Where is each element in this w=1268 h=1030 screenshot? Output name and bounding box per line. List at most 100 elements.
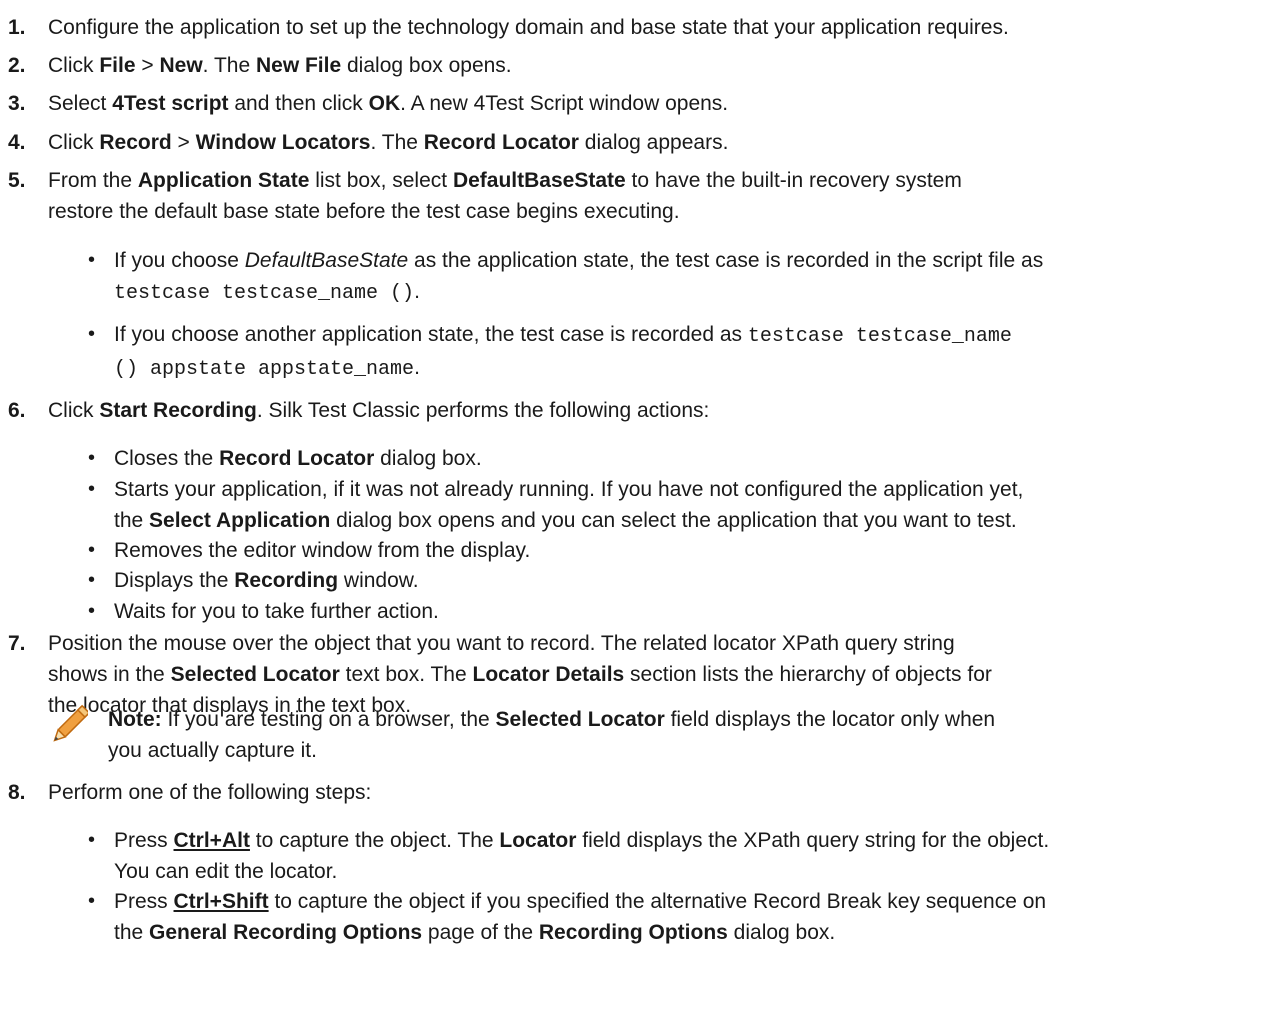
text-run: shows in the — [48, 663, 171, 686]
bullet-item: • If you choose another application stat… — [88, 319, 1264, 385]
bullet-item: • Removes the editor window from the dis… — [88, 535, 1264, 566]
step-3: 3. Select 4Test script and then click OK… — [8, 88, 1264, 119]
bold-term: Record Locator — [423, 131, 579, 154]
step-text: Click Record > Window Locators. The Reco… — [48, 127, 1264, 158]
text-run: page of the — [422, 921, 539, 944]
bullet-mark: • — [88, 569, 96, 591]
bold-term: New — [159, 54, 203, 77]
text-run: You can edit the locator. — [114, 860, 338, 883]
text-run: Press — [114, 890, 174, 913]
step-number: 7. — [8, 632, 26, 655]
bold-term: Record Locator — [219, 447, 375, 470]
bold-term: New File — [255, 54, 342, 77]
text-run: field displays the locator only when — [664, 708, 996, 731]
step-number: 1. — [8, 16, 26, 39]
text-run: > — [171, 131, 196, 154]
bullet-text: Closes the Record Locator dialog box. — [114, 443, 1264, 474]
code-text: testcase testcase_name — [747, 325, 1012, 348]
bold-term: 4Test script — [112, 92, 229, 115]
bullet-mark: • — [88, 539, 96, 561]
text-run: to have the built-in recovery system — [625, 169, 962, 192]
text-run: . Silk Test Classic performs the followi… — [256, 399, 710, 422]
text-run: and then click — [228, 92, 369, 115]
text-run: the — [114, 509, 150, 532]
step-4: 4. Click Record > Window Locators. The R… — [8, 127, 1264, 158]
bold-term: Select Application — [149, 509, 331, 532]
text-run: . The — [370, 131, 424, 154]
code-text: () appstate appstate_name — [114, 358, 415, 381]
text-run: dialog box. — [727, 921, 836, 944]
bullet-item: • Press Ctrl+Alt to capture the object. … — [88, 825, 1264, 887]
text-run: Starts your application, if it was not a… — [114, 478, 1024, 501]
step-number: 4. — [8, 131, 26, 154]
text-run: Closes the — [114, 447, 220, 470]
pencil-icon — [53, 704, 88, 742]
bullet-text: If you choose another application state,… — [114, 319, 1264, 385]
text-run: the — [114, 921, 150, 944]
text-run: list box, select — [309, 169, 453, 192]
text-run: Select — [48, 92, 113, 115]
step-text: Perform one of the following steps: — [48, 777, 1264, 808]
text-run: you actually capture it. — [108, 739, 317, 762]
bullet-text: Press Ctrl+Shift to capture the object i… — [114, 886, 1264, 948]
bullet-mark: • — [88, 249, 96, 271]
step-number: 5. — [8, 169, 26, 192]
document-page: 1. Configure the application to set up t… — [0, 0, 1268, 1030]
bullet-text: Waits for you to take further action. — [114, 596, 1264, 627]
bullet-text: Removes the editor window from the displ… — [114, 535, 1264, 566]
bullet-item: • Starts your application, if it was not… — [88, 474, 1264, 536]
text-run: . A new 4Test Script window opens. — [400, 92, 729, 115]
code-text: testcase testcase_name () — [114, 282, 415, 305]
bullet-mark: • — [88, 478, 96, 500]
text-run: . — [414, 356, 420, 379]
step-number: 3. — [8, 92, 26, 115]
bold-term: Locator Details — [472, 663, 625, 686]
bullet-mark: • — [88, 600, 96, 622]
text-run: . — [414, 280, 420, 303]
bullet-mark: • — [88, 323, 96, 345]
step-5: 5. From the Application State list box, … — [8, 165, 1264, 227]
text-run: > — [135, 54, 160, 77]
bullet-item: • Press Ctrl+Shift to capture the object… — [88, 886, 1264, 948]
step-8: 8. Perform one of the following steps: — [8, 777, 1264, 808]
bold-term: Selected Locator — [495, 708, 665, 731]
bullet-text: Displays the Recording window. — [114, 565, 1264, 596]
text-run: dialog appears. — [578, 131, 729, 154]
bold-term: DefaultBaseState — [452, 169, 626, 192]
text-run: dialog box. — [374, 447, 482, 470]
bullet-text: If you choose DefaultBaseState as the ap… — [114, 245, 1264, 309]
step-number: 6. — [8, 399, 26, 422]
text-run: Click — [48, 399, 100, 422]
text-run: Click — [48, 131, 100, 154]
step-text: Select 4Test script and then click OK. A… — [48, 88, 1264, 119]
note-text: Note: If you are testing on a browser, t… — [108, 704, 1264, 766]
text-run: as the application state, the test case … — [408, 249, 1044, 272]
bold-term: General Recording Options — [149, 921, 423, 944]
text-run: Position the mouse over the object that … — [48, 632, 955, 655]
step-text: Configure the application to set up the … — [48, 12, 1264, 43]
text-run: If you are testing on a browser, the — [161, 708, 496, 731]
bullet-mark: • — [88, 447, 96, 469]
text-run: . The — [202, 54, 256, 77]
bold-term: File — [99, 54, 136, 77]
bullet-text: Starts your application, if it was not a… — [114, 474, 1264, 536]
bold-term: Recording Options — [538, 921, 728, 944]
text-run: Removes the editor window from the displ… — [114, 539, 531, 562]
text-run: Perform one of the following steps: — [48, 781, 372, 804]
text-run: From the — [48, 169, 138, 192]
key-shortcut: Ctrl+Shift — [173, 890, 269, 913]
key-shortcut: Ctrl+Alt — [173, 829, 250, 852]
text-run: restore the default base state before th… — [48, 200, 680, 223]
bold-term: Start Recording — [99, 399, 257, 422]
text-run: text box. The — [339, 663, 473, 686]
bullet-mark: • — [88, 890, 96, 912]
bullet-item: • Closes the Record Locator dialog box. — [88, 443, 1264, 474]
text-run: Press — [114, 829, 174, 852]
bullet-text: Press Ctrl+Alt to capture the object. Th… — [114, 825, 1264, 887]
text-run: dialog box opens and you can select the … — [330, 509, 1017, 532]
bullet-item: • Waits for you to take further action. — [88, 596, 1264, 627]
bold-term: Locator — [499, 829, 577, 852]
bullet-item: • If you choose DefaultBaseState as the … — [88, 245, 1264, 309]
text-run: field displays the XPath query string fo… — [576, 829, 1050, 852]
text-run: Click — [48, 54, 100, 77]
